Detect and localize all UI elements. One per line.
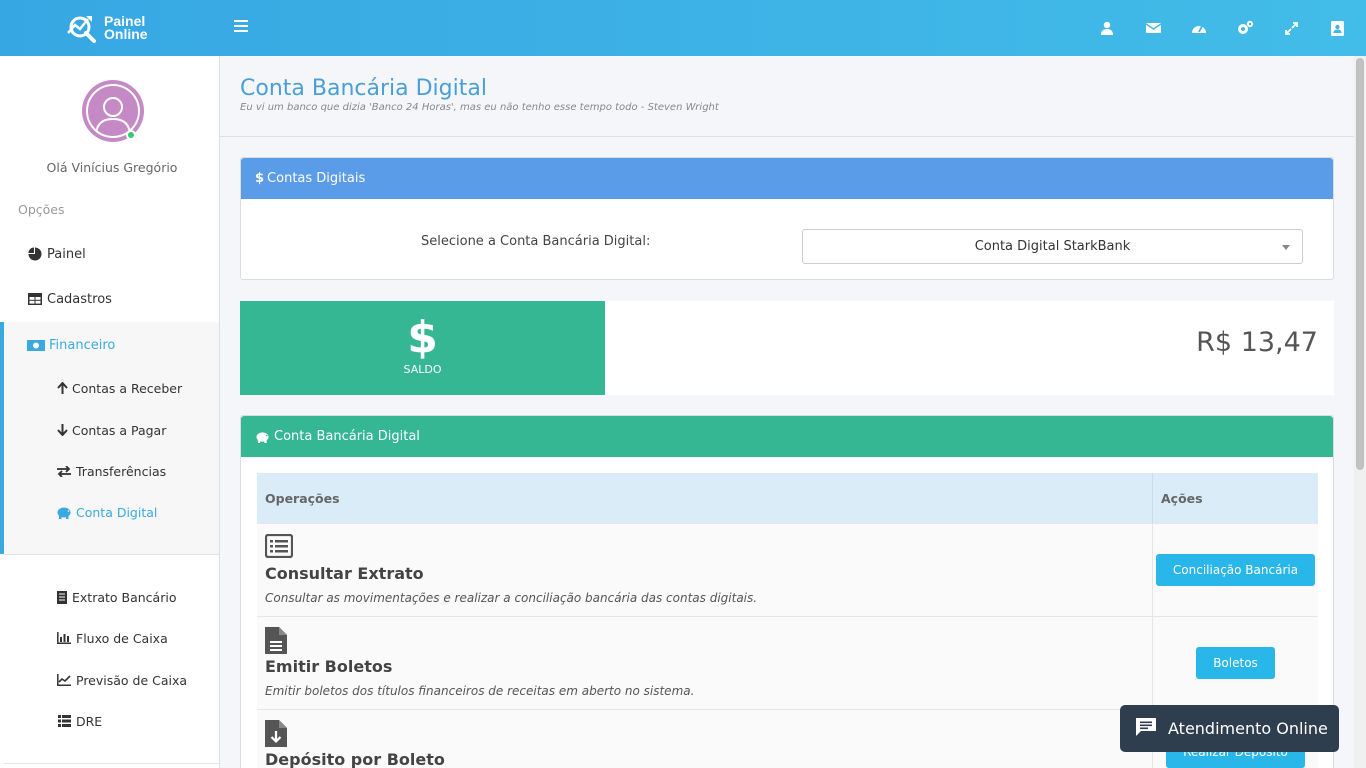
- online-support-label: Atendimento Online: [1168, 719, 1328, 738]
- logo-chart-icon: [66, 13, 102, 43]
- menu-toggle-icon[interactable]: [234, 20, 248, 34]
- card-header: $ Contas Digitais: [241, 158, 1333, 199]
- contacts-icon[interactable]: [1326, 17, 1348, 39]
- section-label: Opções: [18, 202, 65, 217]
- table-row: Emitir Boletos Emitir boletos dos título…: [257, 616, 1318, 709]
- list-alt-icon: [264, 533, 294, 562]
- online-support-button[interactable]: Atendimento Online: [1120, 705, 1339, 752]
- column-header-acoes: Ações: [1161, 490, 1203, 506]
- logo-line-2: Online: [104, 26, 148, 42]
- user-greeting: Olá Vinícius Gregório: [46, 160, 178, 175]
- mail-icon[interactable]: [1142, 17, 1164, 39]
- contas-digitais-card: $ Contas Digitais Selecione a Conta Banc…: [240, 157, 1334, 280]
- financeiro-submenu: Financeiro Contas a Receber Contas a Pag…: [0, 322, 219, 554]
- sidebar-item-transferencias[interactable]: Transferências: [0, 451, 219, 491]
- bar-chart-icon: [56, 630, 72, 646]
- table-row: Consultar Extrato Consultar as movimenta…: [257, 523, 1318, 616]
- sidebar-sub-label: Fluxo de Caixa: [76, 630, 168, 646]
- sidebar-item-extrato[interactable]: Extrato Bancário: [0, 577, 219, 617]
- receipt-icon: [56, 589, 68, 605]
- saldo-value: R$ 13,47: [1196, 327, 1318, 358]
- user-icon[interactable]: [1096, 17, 1118, 39]
- sidebar-item-financeiro[interactable]: Financeiro: [0, 325, 219, 365]
- page-quote: Eu vi um banco que dizia 'Banco 24 Horas…: [240, 102, 719, 113]
- list-icon: [56, 713, 72, 729]
- sidebar-sub-label: Extrato Bancário: [72, 589, 177, 605]
- money-icon: [27, 337, 45, 353]
- sidebar-sub-label: Conta Digital: [76, 504, 158, 520]
- select-label: Selecione a Conta Bancária Digital:: [421, 234, 651, 249]
- card-header-title: Conta Bancária Digital: [274, 429, 420, 444]
- conciliacao-bancaria-button[interactable]: Conciliação Bancária: [1155, 554, 1316, 586]
- user-avatar-icon: [95, 97, 131, 136]
- sidebar-item-contas-pagar[interactable]: Contas a Pagar: [0, 410, 219, 450]
- sidebar-item-dre[interactable]: DRE: [0, 701, 219, 741]
- column-header-operacoes: Operações: [257, 473, 1153, 523]
- app-logo[interactable]: Painel Online: [66, 12, 166, 44]
- operation-title: Consultar Extrato: [265, 564, 424, 583]
- sidebar-sub-label: DRE: [76, 713, 103, 729]
- sidebar-item-label: Painel: [47, 246, 86, 262]
- sidebar-item-conta-digital[interactable]: Conta Digital: [0, 492, 219, 532]
- arrow-down-icon: [56, 422, 68, 438]
- saldo-widget: $ SALDO R$ 13,47: [240, 301, 1334, 395]
- download-file-icon: [265, 720, 287, 751]
- table-header: Operações Ações: [257, 473, 1318, 523]
- boletos-button[interactable]: Boletos: [1196, 647, 1275, 679]
- settings-icon[interactable]: [1234, 17, 1256, 39]
- dollar-icon: $: [407, 312, 438, 363]
- sidebar-sub-label: Previsão de Caixa: [76, 672, 188, 688]
- sidebar-sub-label: Transferências: [76, 463, 167, 479]
- sidebar: Olá Vinícius Gregório Opções Painel Cada…: [0, 56, 220, 768]
- sidebar-item-contas-receber[interactable]: Contas a Receber: [0, 368, 219, 408]
- scrollbar-thumb[interactable]: [1356, 58, 1364, 470]
- fullscreen-icon[interactable]: [1280, 17, 1302, 39]
- sidebar-divider: [4, 763, 219, 764]
- exchange-icon: [56, 463, 72, 479]
- table-icon: [27, 291, 43, 307]
- document-icon: [265, 627, 287, 658]
- operation-description: Consultar as movimentações e realizar a …: [265, 591, 758, 605]
- pie-chart-icon: [27, 246, 43, 262]
- operation-title: Emitir Boletos: [265, 657, 393, 676]
- account-select-value: Conta Digital StarkBank: [974, 239, 1131, 254]
- chat-icon: [1136, 717, 1156, 740]
- saldo-label: SALDO: [403, 363, 442, 376]
- piggy-bank-icon: [255, 431, 270, 443]
- sidebar-item-fluxo-caixa[interactable]: Fluxo de Caixa: [0, 618, 219, 658]
- page-scrollbar[interactable]: [1354, 56, 1366, 768]
- dashboard-icon[interactable]: [1188, 17, 1210, 39]
- top-bar: Painel Online: [0, 0, 1366, 56]
- online-status-dot: [126, 130, 136, 140]
- sidebar-item-painel[interactable]: Painel: [0, 234, 219, 274]
- piggy-bank-icon: [56, 504, 72, 520]
- saldo-icon-panel: $ SALDO: [240, 301, 605, 395]
- page-title: Conta Bancária Digital: [240, 76, 487, 101]
- account-select[interactable]: Conta Digital StarkBank: [802, 229, 1303, 264]
- dollar-icon: $: [255, 171, 265, 186]
- sidebar-divider: [4, 554, 219, 555]
- arrow-up-icon: [56, 380, 68, 396]
- sidebar-sub-label: Contas a Receber: [72, 380, 183, 396]
- operation-description: Emitir boletos dos títulos financeiros d…: [265, 684, 695, 698]
- sidebar-item-label: Financeiro: [49, 337, 116, 353]
- card-header: Conta Bancária Digital: [241, 416, 1333, 457]
- sidebar-item-previsao-caixa[interactable]: Previsão de Caixa: [0, 660, 219, 700]
- card-header-title: Contas Digitais: [267, 171, 366, 186]
- title-divider: [220, 136, 1354, 137]
- operation-title: Depósito por Boleto: [265, 750, 445, 768]
- sidebar-item-label: Cadastros: [47, 291, 112, 307]
- line-chart-icon: [56, 672, 72, 688]
- caret-down-icon: [1282, 245, 1290, 250]
- sidebar-sub-label: Contas a Pagar: [72, 422, 167, 438]
- sidebar-item-cadastros[interactable]: Cadastros: [0, 279, 219, 319]
